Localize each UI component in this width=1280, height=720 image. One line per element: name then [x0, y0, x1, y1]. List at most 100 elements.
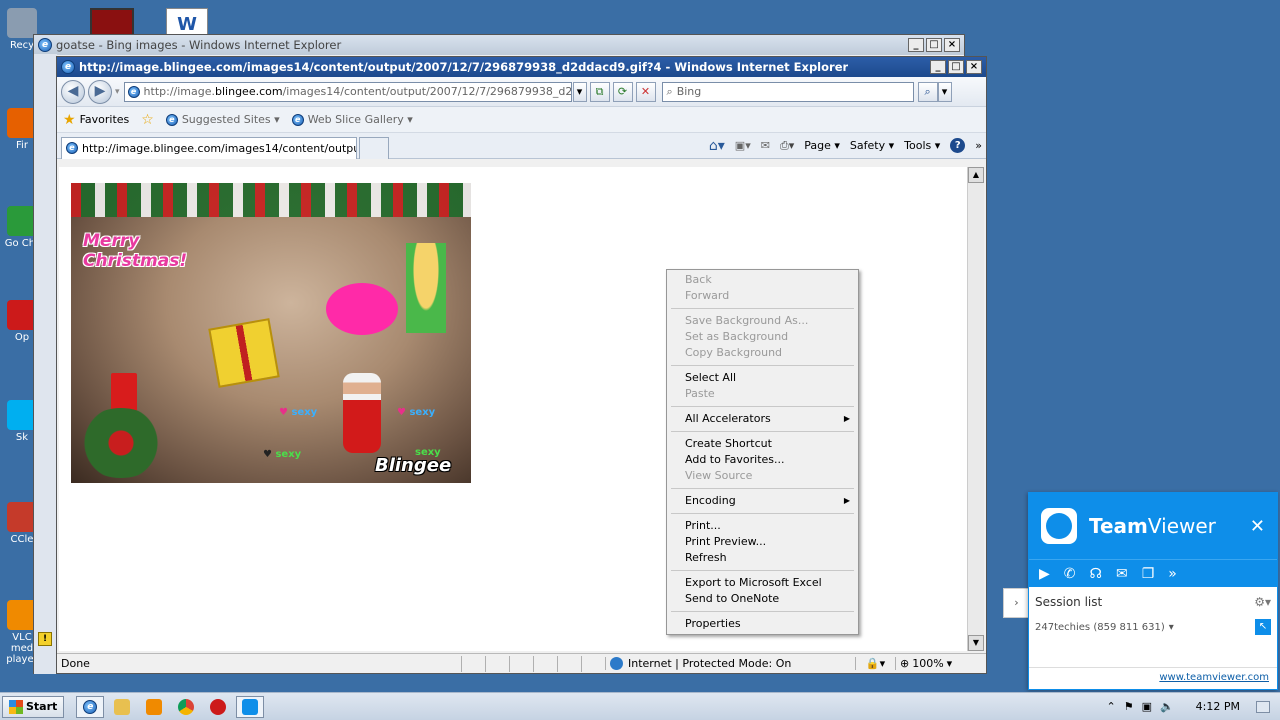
compatibility-view-icon[interactable]: ⧉: [589, 81, 610, 102]
teamviewer-close-icon[interactable]: ✕: [1250, 516, 1265, 537]
address-dropdown-icon[interactable]: ▾: [572, 81, 587, 102]
taskbar-opera[interactable]: [204, 696, 232, 718]
system-tray: ⌃ ⚑ ▣ 🔈 4:12 PM: [1106, 700, 1280, 713]
safety-menu[interactable]: Safety ▾: [850, 139, 894, 152]
taskbar-explorer[interactable]: [108, 696, 136, 718]
holly-sticker: [77, 408, 165, 478]
show-desktop-button[interactable]: [1256, 700, 1270, 713]
chrome-icon: [178, 698, 195, 715]
web-slice-gallery-link[interactable]: e Web Slice Gallery ▾: [291, 113, 413, 126]
menu-item-view-source: View Source: [685, 469, 753, 482]
menu-item-save-background-as: Save Background As...: [685, 314, 809, 327]
back-arrow-icon[interactable]: ◀: [61, 79, 85, 104]
back-window-left-edge: [33, 54, 57, 674]
start-button[interactable]: Start: [2, 695, 65, 718]
session-list-title: Session list: [1035, 595, 1103, 609]
favorites-button[interactable]: ★ Favorites: [63, 112, 129, 128]
zoom-control[interactable]: ⊕ 100% ▾: [895, 657, 965, 670]
print-icon[interactable]: ⎙▾: [780, 139, 794, 153]
headset-icon[interactable]: ☊: [1090, 566, 1102, 582]
more-icon[interactable]: »: [1168, 566, 1177, 582]
clock[interactable]: 4:12 PM: [1196, 700, 1240, 713]
taskbar-ie[interactable]: e: [76, 695, 105, 718]
taskbar-chrome[interactable]: [172, 696, 200, 718]
feeds-icon[interactable]: ▣▾: [735, 139, 751, 152]
protected-mode-icon[interactable]: 🔒▾: [855, 657, 895, 670]
suggested-sites-link[interactable]: e Suggested Sites ▾: [165, 113, 280, 126]
menu-item-select-all[interactable]: Select All: [669, 370, 856, 386]
search-options-icon[interactable]: ▾: [937, 81, 952, 102]
status-segment: [533, 655, 557, 672]
new-tab-button[interactable]: [359, 136, 389, 159]
menu-item-print-preview[interactable]: Print Preview...: [669, 534, 856, 550]
close-button[interactable]: ×: [944, 38, 960, 52]
taskbar-media-player[interactable]: [140, 696, 168, 718]
scroll-up-icon[interactable]: ▲: [968, 167, 984, 183]
garland: [71, 183, 471, 217]
session-item-label: 247techies (859 811 631): [1035, 621, 1165, 633]
menu-item-all-accelerators[interactable]: All Accelerators: [669, 411, 856, 427]
settings-gear-icon[interactable]: ⚙▾: [1254, 595, 1271, 609]
menu-separator: [671, 365, 854, 366]
stop-icon[interactable]: ✕: [635, 81, 656, 102]
suggested-sites-label: Suggested Sites ▾: [181, 113, 280, 126]
ie-titlebar[interactable]: e http://image.blingee.com/images14/cont…: [57, 57, 986, 77]
search-box[interactable]: ⌕ Bing: [661, 81, 914, 102]
forward-arrow-icon[interactable]: ▶: [88, 79, 112, 104]
taskbar-teamviewer[interactable]: [236, 695, 265, 718]
files-icon[interactable]: ❐: [1142, 566, 1155, 582]
network-icon[interactable]: ▣: [1142, 700, 1152, 713]
tab-label: http://image.blingee.com/images14/conten…: [82, 141, 357, 155]
status-bar: Done Internet | Protected Mode: On 🔒▾ ⊕ …: [57, 653, 986, 673]
add-favorites-icon[interactable]: ☆: [141, 112, 154, 128]
menu-item-properties[interactable]: Properties: [669, 616, 856, 632]
teamviewer-link[interactable]: www.teamviewer.com: [1159, 672, 1269, 683]
video-icon[interactable]: ▶: [1039, 566, 1050, 582]
session-item[interactable]: 247techies (859 811 631) ▾ ↖: [1029, 609, 1277, 635]
menu-item-export-to-microsoft-excel[interactable]: Export to Microsoft Excel: [669, 575, 856, 591]
menu-item-create-shortcut[interactable]: Create Shortcut: [669, 436, 856, 452]
flag-icon[interactable]: ⚑: [1124, 700, 1134, 713]
tab-current[interactable]: e http://image.blingee.com/images14/cont…: [61, 136, 357, 159]
refresh-icon[interactable]: ⟳: [612, 81, 633, 102]
help-icon[interactable]: ?: [950, 138, 966, 153]
menu-item-add-to-favorites[interactable]: Add to Favorites...: [669, 452, 856, 468]
volume-icon[interactable]: 🔈: [1160, 700, 1174, 713]
blingee-image[interactable]: Merry Christmas! ♥ sexy ♥ sexy ♥ sexy se…: [71, 183, 471, 483]
fairy-sticker: [406, 243, 446, 333]
sexy-label-1: ♥ sexy: [279, 407, 318, 418]
zone-status[interactable]: Internet | Protected Mode: On: [605, 657, 855, 670]
menu-separator: [671, 406, 854, 407]
vertical-scrollbar[interactable]: ▲ ▼: [967, 167, 984, 651]
page-menu[interactable]: Page ▾: [804, 139, 840, 152]
search-button-icon[interactable]: ⌕: [917, 81, 938, 102]
address-bar[interactable]: e http://image. blingee.com/images14/cont…: [123, 81, 572, 102]
home-icon[interactable]: ⌂▾: [709, 138, 725, 154]
scroll-down-icon[interactable]: ▼: [968, 635, 984, 651]
back-window-titlebar[interactable]: e goatse - Bing images - Windows Interne…: [34, 35, 964, 55]
windows-logo-icon: [9, 699, 23, 714]
menu-item-refresh[interactable]: Refresh: [669, 550, 856, 566]
recent-pages-chevron-icon[interactable]: ▾: [115, 87, 120, 97]
teamviewer-expand-tab[interactable]: ›: [1003, 588, 1029, 618]
phone-icon[interactable]: ✆: [1064, 566, 1076, 582]
maximize-button[interactable]: □: [948, 60, 964, 74]
more-chevron-icon[interactable]: »: [975, 139, 982, 152]
minimize-button[interactable]: _: [908, 38, 924, 52]
menu-item-send-to-onenote[interactable]: Send to OneNote: [669, 591, 856, 607]
minimize-button[interactable]: _: [930, 60, 946, 74]
menu-item-print[interactable]: Print...: [669, 518, 856, 534]
remote-control-icon[interactable]: ↖: [1255, 619, 1271, 635]
tools-menu[interactable]: Tools ▾: [904, 139, 940, 152]
gift-box-sticker: [208, 318, 280, 388]
maximize-button[interactable]: □: [926, 38, 942, 52]
search-placeholder: Bing: [676, 85, 702, 98]
menu-item-encoding[interactable]: Encoding: [669, 493, 856, 509]
chat-icon[interactable]: ✉: [1116, 566, 1128, 582]
teamviewer-logo-icon: [1041, 508, 1077, 544]
mail-icon[interactable]: ✉: [761, 139, 770, 152]
teamviewer-header: TeamViewer ✕: [1029, 493, 1277, 559]
web-slice-icon: e: [291, 113, 304, 126]
close-button[interactable]: ×: [966, 60, 982, 74]
show-hidden-icons-icon[interactable]: ⌃: [1106, 700, 1115, 713]
